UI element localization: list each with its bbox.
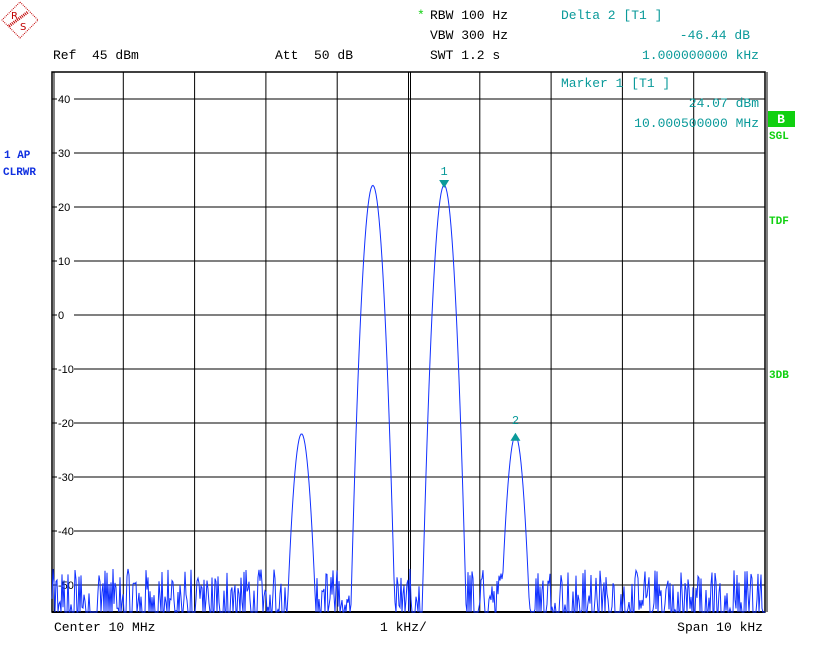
y-tick-label: -40 xyxy=(58,526,74,538)
sgl-indicator: SGL xyxy=(769,131,789,143)
freq-per-div: 1 kHz/ xyxy=(380,620,427,635)
y-axis-ticks: 40 30 20 10 0 -10 -20 -30 -40 -50 xyxy=(52,94,74,592)
spectrum-screen: R S * RBW 100 Hz VBW 300 Hz SWT 1.2 s Re… xyxy=(1,1,795,635)
trace-b-label: B xyxy=(777,112,785,127)
delta-marker-level: -46.44 dB xyxy=(680,28,750,43)
delta-marker-freq: 1.000000000 kHz xyxy=(642,48,759,63)
y-tick-label: 20 xyxy=(58,202,70,214)
svg-text:S: S xyxy=(20,22,26,33)
trace-mode: CLRWR xyxy=(3,167,36,179)
trace-detector: 1 AP xyxy=(4,150,31,162)
tdf-indicator: TDF xyxy=(769,216,789,228)
vbw-label: VBW 300 Hz xyxy=(430,28,508,43)
span: Span 10 kHz xyxy=(677,620,763,635)
y-tick-label: -30 xyxy=(58,472,74,484)
3db-indicator: 3DB xyxy=(769,370,789,382)
marker1-freq: 10.000500000 MHz xyxy=(634,116,759,131)
swt-label: SWT 1.2 s xyxy=(430,48,500,63)
y-tick-label: -20 xyxy=(58,418,74,430)
marker-2-icon xyxy=(510,432,521,441)
rbw-star: * xyxy=(417,8,425,23)
y-tick-label: 40 xyxy=(58,94,70,106)
rbw-label: RBW 100 Hz xyxy=(430,8,508,23)
plot-grid xyxy=(51,71,768,613)
center-freq: Center 10 MHz xyxy=(54,620,155,635)
marker-1-label: 1 xyxy=(441,165,448,179)
marker-2-label: 2 xyxy=(512,414,519,428)
rs-logo: R S xyxy=(1,1,39,39)
svg-text:R: R xyxy=(11,11,18,22)
y-tick-label: -10 xyxy=(58,364,74,376)
delta-marker-title: Delta 2 [T1 ] xyxy=(561,8,662,23)
attenuation: Att 50 dB xyxy=(275,48,353,63)
marker1-level: 24.07 dBm xyxy=(689,96,759,111)
y-tick-label: 30 xyxy=(58,148,70,160)
marker-1-icon xyxy=(439,180,450,189)
y-tick-label: 10 xyxy=(58,256,70,268)
y-tick-label: 0 xyxy=(58,310,64,322)
marker1-title: Marker 1 [T1 ] xyxy=(561,76,670,91)
y-tick-label: -50 xyxy=(58,580,74,592)
ref-level: Ref 45 dBm xyxy=(53,48,139,63)
